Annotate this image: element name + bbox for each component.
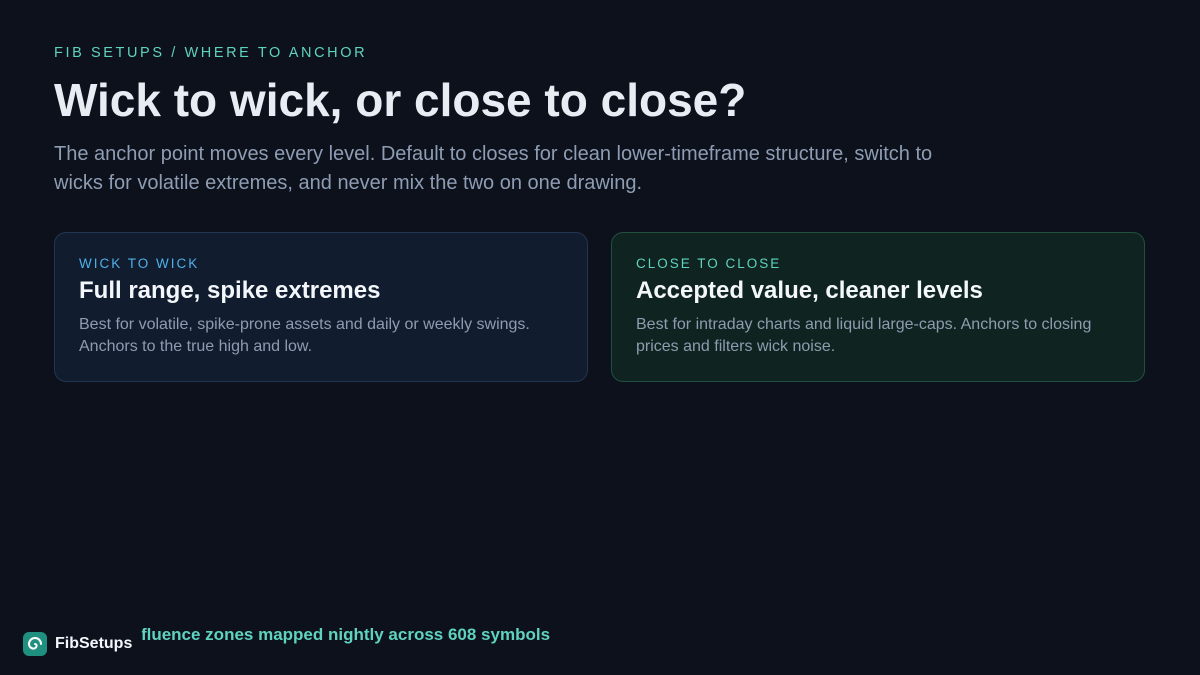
brand-name: FibSetups <box>55 635 133 652</box>
card-tag: WICK TO WICK <box>79 256 200 271</box>
card-title: Accepted value, cleaner levels <box>636 277 983 304</box>
close-to-close-card: CLOSE TO CLOSE Accepted value, cleaner l… <box>611 232 1145 382</box>
card-title: Full range, spike extremes <box>79 277 381 304</box>
card-body: Best for intraday charts and liquid larg… <box>636 316 1092 355</box>
page-lede: The anchor point moves every level. Defa… <box>54 143 933 194</box>
brand-badge[interactable]: FibSetups <box>16 625 143 663</box>
page-title: Wick to wick, or close to close? <box>54 74 747 126</box>
card-body: Best for volatile, spike-prone assets an… <box>79 316 530 355</box>
eyebrow: FIB SETUPS / WHERE TO ANCHOR <box>54 45 368 61</box>
wick-to-wick-card: WICK TO WICK Full range, spike extremes … <box>54 232 588 382</box>
card-tag: CLOSE TO CLOSE <box>636 256 782 271</box>
spiral-icon <box>23 632 47 656</box>
